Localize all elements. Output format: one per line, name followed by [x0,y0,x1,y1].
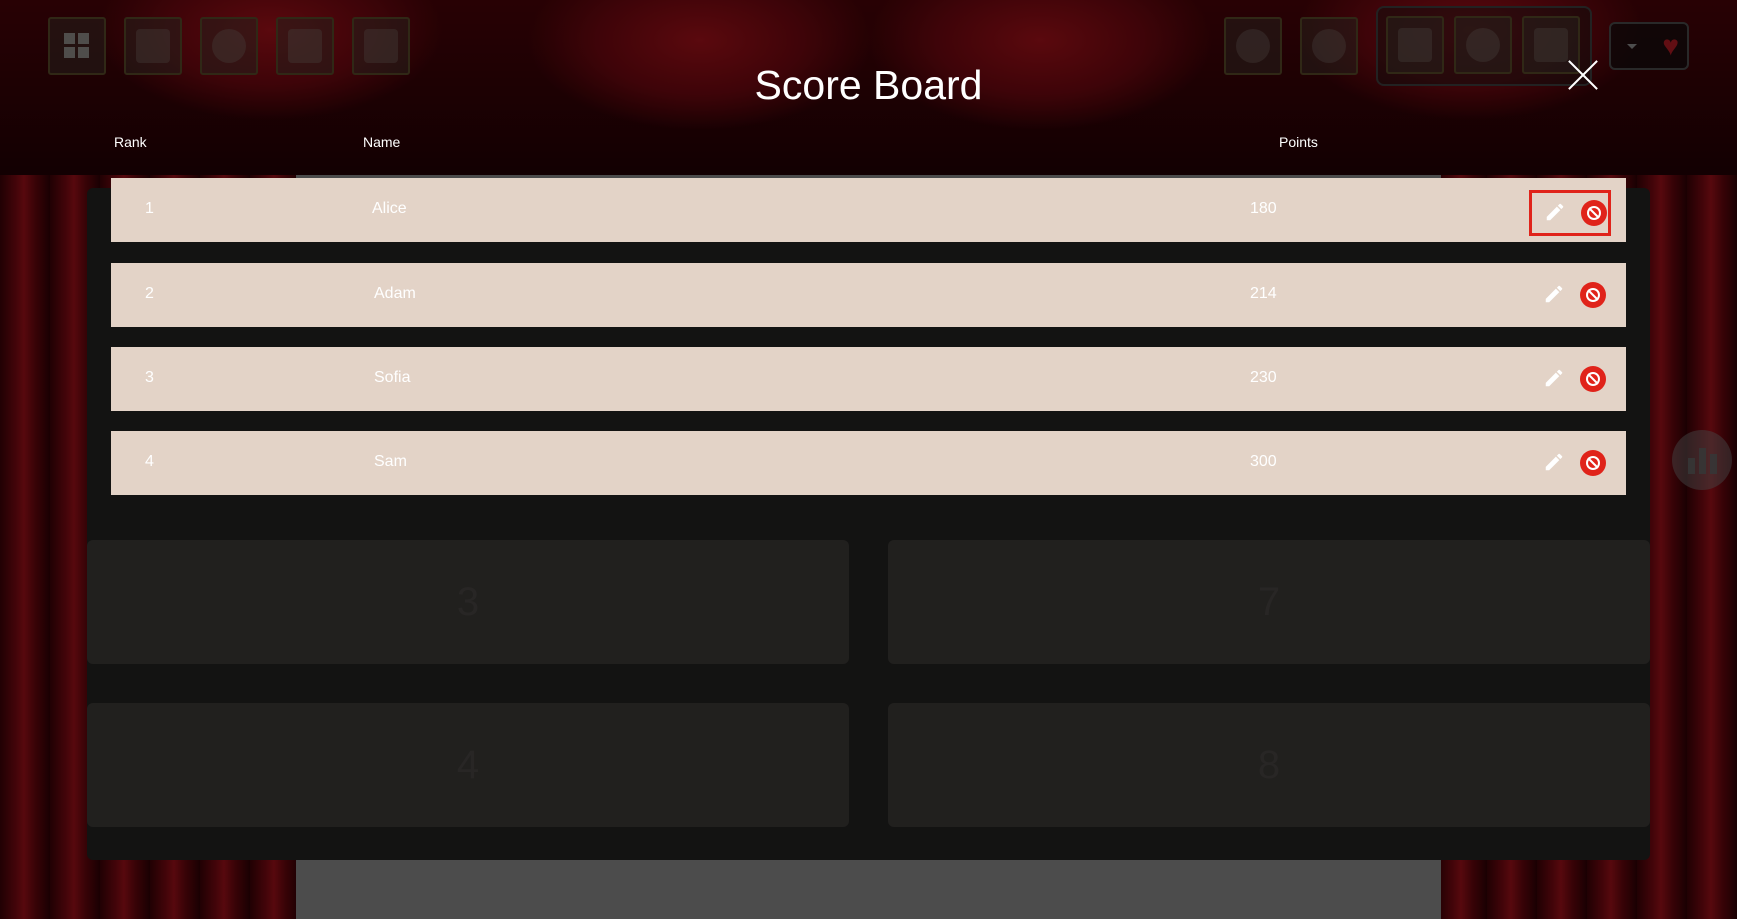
rank-cell: 3 [145,369,154,386]
row-actions [1528,357,1608,401]
row-actions [1528,441,1608,485]
table-row: 2 Adam 214 [111,263,1626,327]
table-row: 3 Sofia 230 [111,347,1626,411]
name-cell: Sam [374,453,407,470]
column-header-points: Points [1279,134,1318,150]
row-actions [1528,273,1608,317]
pencil-icon[interactable] [1544,201,1566,223]
pencil-icon[interactable] [1543,451,1565,473]
points-cell: 230 [1250,369,1277,386]
pencil-icon[interactable] [1543,283,1565,305]
delete-player-icon[interactable] [1581,200,1607,226]
points-cell: 214 [1250,285,1277,302]
name-cell: Sofia [374,369,411,386]
rank-cell: 2 [145,285,154,302]
modal-title: Score Board [754,62,983,108]
row-actions [1529,190,1611,236]
table-row: 1 Alice 180 [111,178,1626,242]
table-row: 4 Sam 300 [111,431,1626,495]
rank-cell: 1 [145,200,154,217]
name-cell: Alice [372,200,407,217]
column-header-rank: Rank [114,134,147,150]
delete-player-icon[interactable] [1580,450,1606,476]
column-header-name: Name [363,134,401,150]
close-icon[interactable] [1566,58,1600,92]
points-cell: 300 [1250,453,1277,470]
delete-player-icon[interactable] [1580,282,1606,308]
points-cell: 180 [1250,200,1277,217]
pencil-icon[interactable] [1543,367,1565,389]
name-cell: Adam [374,285,416,302]
delete-player-icon[interactable] [1580,366,1606,392]
rank-cell: 4 [145,453,154,470]
